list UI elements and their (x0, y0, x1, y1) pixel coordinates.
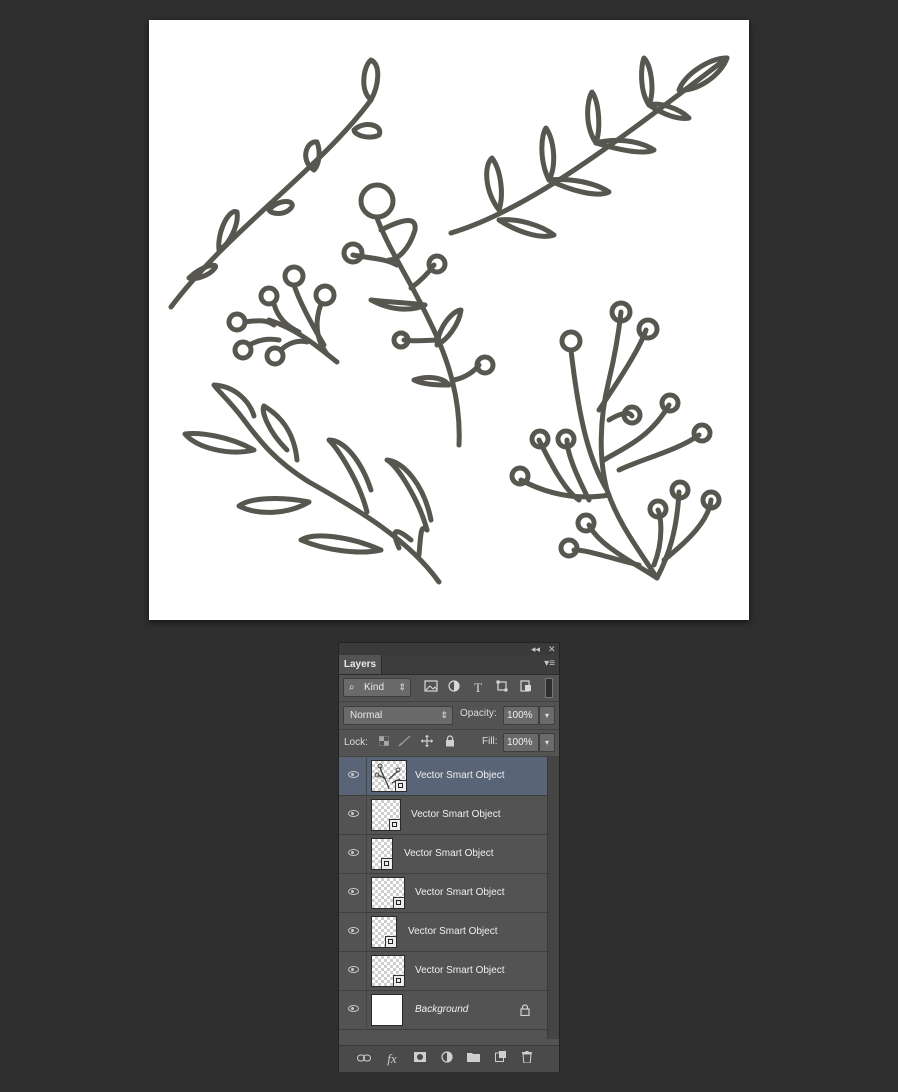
eye-icon (348, 771, 359, 778)
lock-icon (519, 1004, 531, 1017)
layer-row[interactable]: Vector Smart Object (339, 757, 547, 796)
layer-row[interactable]: Vector Smart Object (339, 796, 547, 835)
visibility-toggle[interactable] (339, 991, 367, 1029)
layer-row[interactable]: Vector Smart Object (339, 913, 547, 952)
new-layer-icon[interactable] (492, 1051, 508, 1067)
floral-illustration (168, 55, 730, 585)
opacity-field[interactable]: 100% (503, 706, 539, 725)
collapse-panel-icon[interactable]: ◂◂ (531, 643, 540, 655)
tab-layers[interactable]: Layers (339, 655, 382, 674)
updown-icon: ⇕ (398, 682, 406, 692)
smart-object-filter-icon[interactable] (518, 680, 534, 696)
smart-object-badge-icon (393, 975, 404, 986)
layer-thumbnail (371, 955, 405, 987)
layers-list: Vector Smart Object Vector Smart Object … (339, 757, 547, 1039)
smart-object-badge-icon (395, 780, 406, 791)
link-layers-icon[interactable] (356, 1051, 372, 1067)
filter-toggle-switch[interactable] (545, 678, 553, 698)
smart-object-badge-icon (389, 819, 400, 830)
visibility-toggle[interactable] (339, 757, 367, 795)
lock-label: Lock: (344, 737, 368, 748)
smart-object-badge-icon (385, 936, 396, 947)
image-filter-icon[interactable] (423, 680, 439, 696)
layer-row[interactable]: Vector Smart Object (339, 952, 547, 991)
add-mask-icon[interactable] (412, 1051, 428, 1067)
layer-thumbnail (371, 994, 403, 1026)
blend-mode-value: Normal (350, 710, 383, 721)
layer-thumbnail (371, 799, 401, 831)
layer-row[interactable]: Background (339, 991, 547, 1030)
branch-top-left (168, 57, 383, 310)
visibility-toggle[interactable] (339, 952, 367, 990)
layer-name: Vector Smart Object (408, 926, 498, 937)
layer-name: Vector Smart Object (411, 809, 501, 820)
filter-row: ⌕ Kind ⇕ T (339, 674, 559, 702)
updown-icon: ⇕ (440, 710, 448, 720)
opacity-dropdown-icon[interactable]: ▾ (539, 706, 555, 725)
layer-name: Vector Smart Object (404, 848, 494, 859)
visibility-toggle[interactable] (339, 796, 367, 834)
branch-top-right (448, 55, 730, 239)
visibility-toggle[interactable] (339, 874, 367, 912)
eye-icon (348, 966, 359, 973)
document-canvas[interactable] (149, 20, 749, 620)
lock-all-icon[interactable] (442, 735, 458, 751)
adjustment-layer-icon[interactable] (439, 1051, 455, 1067)
type-filter-icon[interactable]: T (470, 680, 486, 696)
delete-layer-icon[interactable] (519, 1051, 535, 1067)
close-panel-icon[interactable]: ✕ (548, 643, 556, 655)
visibility-toggle[interactable] (339, 913, 367, 951)
lock-image-pixels-icon[interactable] (397, 735, 413, 751)
layer-row[interactable]: Vector Smart Object (339, 874, 547, 913)
blend-row: Normal ⇕ Opacity: 100% ▾ (339, 702, 559, 730)
layer-thumbnail (371, 916, 397, 948)
eye-icon (348, 927, 359, 934)
fill-field[interactable]: 100% (503, 733, 539, 752)
blend-mode-select[interactable]: Normal ⇕ (343, 706, 453, 725)
layers-panel: ◂◂ ✕ Layers ▾≡ ⌕ Kind ⇕ T Normal ⇕ Opaci… (338, 642, 560, 1072)
layers-scrollbar[interactable] (547, 757, 559, 1039)
panel-menu-icon[interactable]: ▾≡ (544, 658, 555, 670)
smart-object-badge-icon (381, 858, 392, 869)
filter-kind-label: Kind (364, 682, 385, 693)
lock-transparent-pixels-icon[interactable] (376, 735, 392, 751)
eye-icon (348, 810, 359, 817)
fx-icon[interactable]: fx (384, 1051, 400, 1067)
lock-position-icon[interactable] (419, 735, 435, 751)
panel-tab-bar: Layers ▾≡ (339, 655, 559, 675)
layer-name: Vector Smart Object (415, 887, 505, 898)
eye-icon (348, 1005, 359, 1012)
visibility-toggle[interactable] (339, 835, 367, 873)
filter-kind-select[interactable]: ⌕ Kind ⇕ (343, 678, 411, 697)
opacity-label: Opacity: (460, 708, 497, 719)
eye-icon (348, 849, 359, 856)
adjustment-filter-icon[interactable] (446, 680, 462, 696)
layer-name: Vector Smart Object (415, 770, 505, 781)
branch-bottom-right (509, 300, 722, 581)
filter-search-icon: ⌕ (349, 682, 355, 693)
new-group-icon[interactable] (465, 1051, 481, 1067)
layer-thumbnail (371, 877, 405, 909)
layer-thumbnail (371, 838, 393, 870)
fill-label: Fill: (482, 736, 498, 747)
branch-bottom-left (182, 382, 442, 585)
lock-row: Lock: Fill: 100% ▾ (339, 730, 559, 757)
layer-name: Background (415, 1004, 469, 1015)
eye-icon (348, 888, 359, 895)
berry-cluster (226, 264, 340, 367)
layers-bottom-bar: fx (339, 1045, 559, 1072)
layer-name: Vector Smart Object (415, 965, 505, 976)
layer-row[interactable]: Vector Smart Object (339, 835, 547, 874)
shape-filter-icon[interactable] (494, 680, 510, 696)
layer-thumbnail (371, 760, 407, 792)
smart-object-badge-icon (393, 897, 404, 908)
fill-dropdown-icon[interactable]: ▾ (539, 733, 555, 752)
